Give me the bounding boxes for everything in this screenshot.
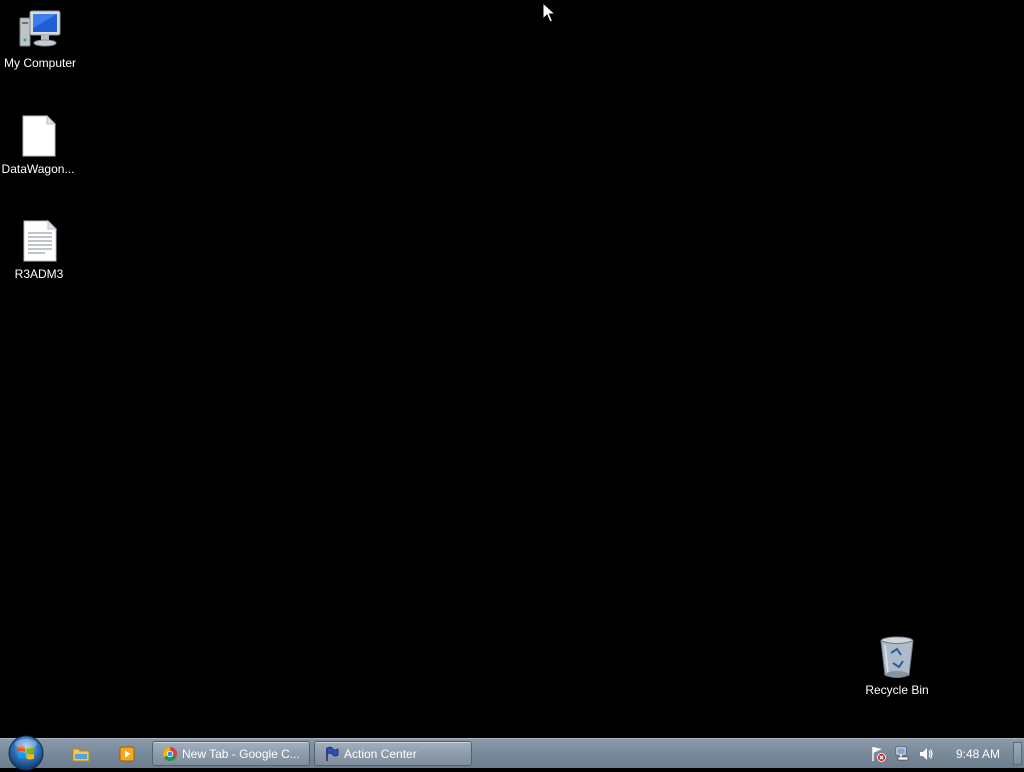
- recycle-bin-icon: [880, 636, 914, 678]
- text-file-icon: [23, 219, 58, 262]
- windows-start-orb-icon[interactable]: [7, 734, 45, 772]
- desktop-icon-label: Recycle Bin: [865, 683, 929, 697]
- desktop-icon-recycle-bin[interactable]: Recycle Bin: [857, 633, 937, 697]
- taskbar-clock[interactable]: 9:48 AM: [946, 739, 1010, 769]
- quick-launch-explorer-button[interactable]: [69, 743, 93, 765]
- desktop-icon-my-computer[interactable]: My Computer: [0, 6, 80, 70]
- system-tray: 9:48 AM: [864, 739, 1024, 769]
- desktop: My Computer DataWagon... R3ADM3 Recycle …: [0, 0, 1024, 738]
- quick-launch-media-player-button[interactable]: [115, 743, 139, 765]
- taskbar-button-label: Action Center: [344, 746, 417, 761]
- windows-explorer-icon: [72, 748, 90, 762]
- desktop-icon-r3adm3[interactable]: R3ADM3: [0, 217, 79, 281]
- taskbar-button-action-center[interactable]: Action Center: [314, 741, 472, 766]
- desktop-icon-datawagon[interactable]: DataWagon...: [0, 112, 78, 176]
- taskbar-button-chrome[interactable]: New Tab - Google C...: [152, 741, 310, 766]
- volume-icon[interactable]: [918, 746, 934, 762]
- action-center-error-icon[interactable]: [870, 746, 886, 762]
- media-player-icon: [119, 746, 135, 762]
- action-center-flag-icon: [326, 746, 339, 761]
- mouse-cursor-icon: [542, 2, 556, 23]
- desktop-icon-label: DataWagon...: [1, 162, 75, 176]
- show-desktop-button[interactable]: [1013, 742, 1022, 765]
- desktop-icon-label: My Computer: [3, 56, 77, 70]
- blank-file-icon: [22, 114, 57, 157]
- chrome-icon: [163, 746, 177, 761]
- computer-icon: [19, 10, 61, 47]
- taskbar: New Tab - Google C... Action Center 9:48…: [0, 735, 1024, 771]
- network-icon[interactable]: [894, 746, 910, 762]
- desktop-icon-label: R3ADM3: [14, 267, 64, 281]
- taskbar-button-label: New Tab - Google C...: [182, 746, 300, 761]
